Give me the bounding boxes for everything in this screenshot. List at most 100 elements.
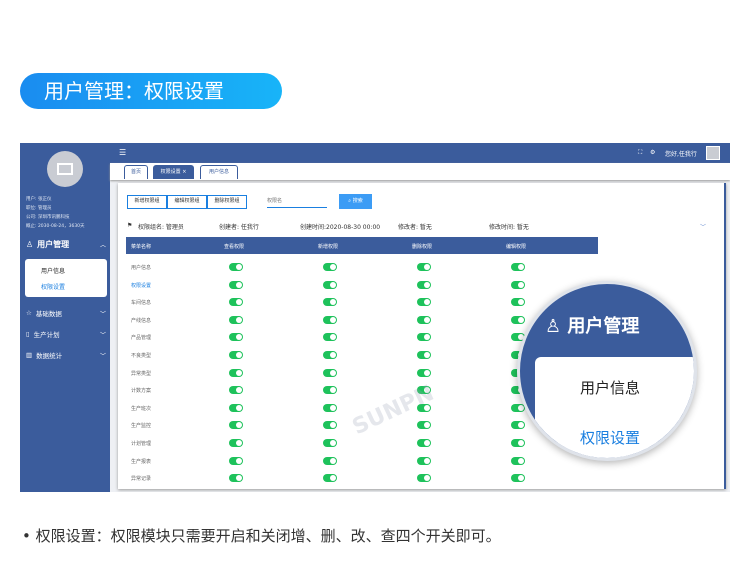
view-permission-toggle[interactable] [229, 333, 243, 342]
edit-group-button[interactable]: 编辑权限组 [167, 195, 207, 209]
col-add: 新增权限 [318, 244, 339, 250]
menu-toggle-icon[interactable]: ☰ [119, 148, 126, 157]
user-info: 用户: 张正仪 职位: 管理员 公司: 深圳市讯鹏科技 概止: 2030-08-… [26, 195, 85, 231]
add-permission-toggle[interactable] [323, 263, 337, 271]
tab-home[interactable]: 首页 [124, 165, 148, 179]
view-permission-toggle[interactable] [229, 263, 243, 271]
modified-time: 修改时间: 暂无 [489, 224, 529, 231]
view-permission-toggle[interactable] [229, 439, 243, 447]
view-permission-toggle[interactable] [229, 280, 243, 289]
menu-name: 异常类型 [131, 370, 152, 377]
view-permission-toggle[interactable] [229, 315, 243, 324]
star-icon: ☆ [26, 309, 32, 317]
view-permission-toggle[interactable] [229, 474, 243, 483]
delete-permission-toggle[interactable] [417, 351, 431, 359]
add-permission-toggle[interactable] [323, 386, 337, 395]
table-row: 异常记录 [126, 470, 598, 487]
edit-permission-toggle[interactable] [511, 474, 525, 483]
view-permission-toggle[interactable] [229, 298, 243, 307]
avatar [47, 151, 83, 187]
menu-name: 不良类型 [131, 353, 152, 359]
add-permission-toggle[interactable] [323, 351, 337, 359]
doc-icon: ▯ [26, 330, 30, 338]
modifier: 修改者: 暂无 [398, 224, 432, 231]
greeting: 您好,任我行 [665, 151, 697, 158]
user-expiry: 概止: 2030-08-24，3630天 [26, 224, 85, 229]
delete-group-button[interactable]: 删除权限组 [207, 195, 247, 209]
sidebar-item-production-plan[interactable]: ▯ 生产计划 ﹀ [26, 329, 106, 339]
delete-permission-toggle[interactable] [417, 456, 431, 465]
menu-name: 计划管理 [131, 441, 152, 447]
sidebar-item-user-management[interactable]: ♙ 用户管理 ︿ [26, 239, 106, 250]
table-row: 产线信息 [126, 312, 598, 329]
delete-permission-toggle[interactable] [417, 333, 431, 342]
edit-permission-toggle[interactable] [511, 263, 525, 271]
menu-label: 数据统计 [36, 352, 63, 360]
edit-permission-toggle[interactable] [511, 298, 525, 307]
user-avatar[interactable] [706, 146, 720, 160]
view-permission-toggle[interactable] [229, 386, 243, 395]
delete-permission-toggle[interactable] [417, 368, 431, 377]
edit-permission-toggle[interactable] [511, 315, 525, 324]
close-icon[interactable]: × [182, 169, 186, 175]
search-input[interactable] [267, 195, 327, 208]
sidebar-item-base-data[interactable]: ☆ 基础数据 ﹀ [26, 308, 106, 318]
delete-permission-toggle[interactable] [417, 280, 431, 289]
col-delete: 删除权限 [412, 244, 433, 250]
menu-name: 生产报表 [131, 458, 152, 465]
delete-permission-toggle[interactable] [417, 315, 431, 324]
edit-permission-toggle[interactable] [511, 439, 525, 447]
col-menu: 菜单名称 [131, 244, 152, 250]
view-permission-toggle[interactable] [229, 368, 243, 377]
flag-icon: ⚑ [127, 222, 133, 229]
edit-permission-toggle[interactable] [511, 421, 525, 430]
submenu-permission[interactable]: 权限设置 [41, 282, 65, 291]
add-permission-toggle[interactable] [323, 333, 337, 342]
table-row: 用户信息 [126, 259, 598, 276]
page-banner: 用户管理：权限设置 [20, 73, 282, 109]
user-company: 公司: 深圳市讯鹏科技 [26, 215, 70, 220]
add-group-button[interactable]: 新增权限组 [127, 195, 167, 209]
menu-name: 用户信息 [131, 265, 152, 271]
view-permission-toggle[interactable] [229, 421, 243, 430]
settings-icon[interactable]: ⚙ [650, 149, 655, 156]
col-view: 查看权限 [224, 244, 245, 250]
magnifier-submenu: 用户信息 权限设置 [535, 357, 694, 458]
app-screenshot: 用户: 张正仪 职位: 管理员 公司: 深圳市讯鹏科技 概止: 2030-08-… [20, 143, 730, 492]
delete-permission-toggle[interactable] [417, 439, 431, 447]
delete-permission-toggle[interactable] [417, 263, 431, 271]
search-button[interactable]: ⌕ 搜索 [339, 194, 372, 209]
mag-title-text: 用户管理 [567, 316, 640, 337]
chevron-down-icon[interactable]: ﹀ [700, 222, 706, 231]
view-permission-toggle[interactable] [229, 456, 243, 465]
edit-permission-toggle[interactable] [511, 456, 525, 465]
edit-permission-toggle[interactable] [511, 280, 525, 289]
delete-permission-toggle[interactable] [417, 298, 431, 307]
add-permission-toggle[interactable] [323, 368, 337, 377]
fullscreen-icon[interactable]: ⛶ [638, 149, 642, 157]
add-permission-toggle[interactable] [323, 456, 337, 465]
view-permission-toggle[interactable] [229, 403, 243, 412]
add-permission-toggle[interactable] [323, 298, 337, 307]
user-position: 职位: 管理员 [26, 206, 52, 211]
menu-name: 异常记录 [131, 476, 152, 483]
add-permission-toggle[interactable] [323, 315, 337, 324]
menu-label: 生产计划 [33, 331, 60, 339]
add-permission-toggle[interactable] [323, 421, 337, 430]
tab-user-info[interactable]: 用户信息 [200, 165, 238, 179]
add-permission-toggle[interactable] [323, 280, 337, 289]
menu-name: 生产监控 [131, 423, 152, 430]
tab-permission[interactable]: 权限设置 × [153, 165, 194, 179]
add-permission-toggle[interactable] [323, 474, 337, 483]
submenu-user-info[interactable]: 用户信息 [41, 266, 65, 275]
table-row: 生产报表 [126, 453, 598, 470]
footer-note: • 权限设置：权限模块只需要开启和关闭增、删、改、查四个开关即可。 [22, 527, 501, 545]
view-permission-toggle[interactable] [229, 351, 243, 359]
add-permission-toggle[interactable] [323, 439, 337, 447]
menu-label: 用户管理 [37, 240, 70, 249]
delete-permission-toggle[interactable] [417, 474, 431, 483]
delete-permission-toggle[interactable] [417, 421, 431, 430]
sidebar-item-statistics[interactable]: ▥ 数据统计 ﹀ [26, 350, 106, 360]
menu-name: 产线信息 [131, 317, 152, 324]
add-permission-toggle[interactable] [323, 403, 337, 412]
